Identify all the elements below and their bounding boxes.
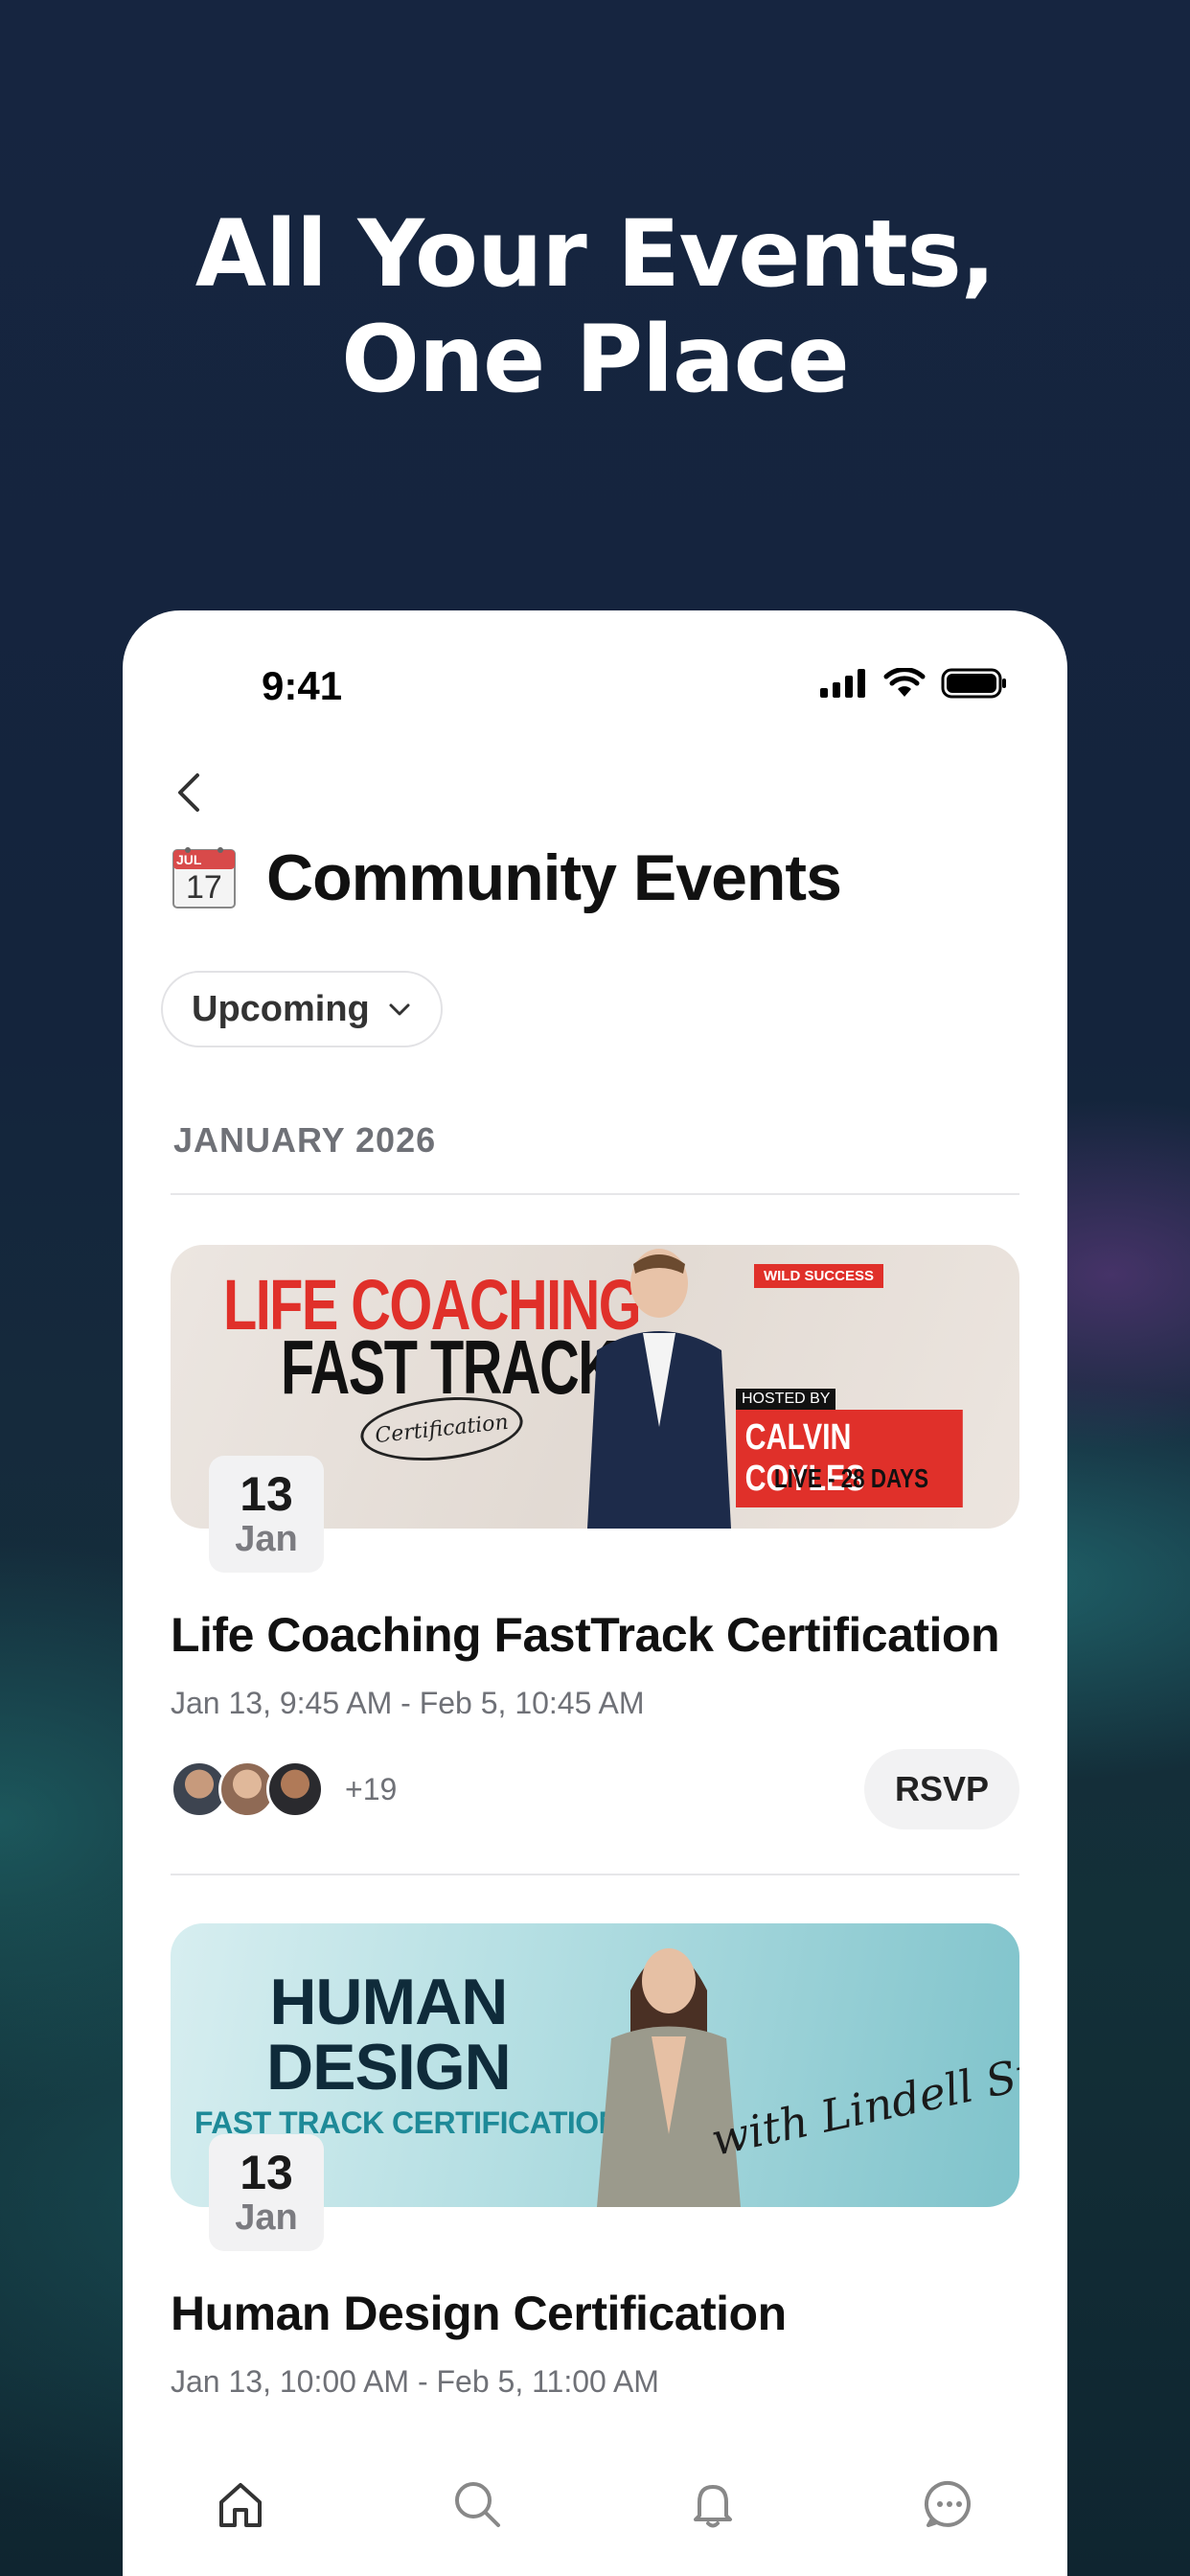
calendar-icon-day: 17 (186, 869, 222, 906)
banner-line-2: DESIGN (266, 2031, 512, 2104)
filter-label: Upcoming (192, 988, 370, 1029)
search-icon (454, 2482, 500, 2527)
date-month: Jan (235, 1519, 298, 1559)
month-section-label: JANUARY 2026 (173, 1120, 437, 1160)
host-photo (597, 1948, 741, 2207)
phone-screen: 9:41 JUL 17 Community Events Upcoming JA… (123, 610, 1067, 2576)
status-time: 9:41 (262, 663, 343, 708)
back-button[interactable] (161, 764, 218, 821)
battery-icon (941, 668, 1006, 699)
date-month: Jan (235, 2197, 298, 2238)
calendar-icon: JUL 17 (171, 844, 238, 911)
attendee-count: +19 (345, 1771, 398, 1806)
home-icon (219, 2483, 263, 2527)
banner-line-1: HUMAN (269, 1966, 508, 2038)
headline-line-1: All Your Events, (195, 200, 995, 308)
date-day: 13 (240, 1467, 293, 1521)
date-badge: 13 Jan (209, 2134, 324, 2251)
banner-duration: LIVE - 28 DAYS (774, 1463, 929, 1493)
bell-icon (694, 2485, 733, 2528)
event-time: Jan 13, 9:45 AM - Feb 5, 10:45 AM (171, 1686, 645, 1720)
status-bar: 9:41 (123, 610, 1067, 725)
headline: All Your Events, One Place (0, 201, 1190, 412)
banner-hosted-by: HOSTED BY (736, 1389, 836, 1410)
wifi-icon (883, 668, 926, 697)
tab-home[interactable] (202, 2466, 279, 2542)
date-day: 13 (240, 2146, 293, 2199)
chat-icon (924, 2480, 971, 2527)
avatar (266, 1760, 324, 1818)
date-badge: 13 Jan (209, 1456, 324, 1573)
tab-bar (123, 2451, 1067, 2576)
calendar-icon-month: JUL (176, 852, 202, 867)
event-title[interactable]: Human Design Certification (171, 2286, 787, 2341)
attendee-avatars[interactable]: +19 (171, 1760, 397, 1818)
headline-line-2: One Place (341, 306, 850, 413)
signal-icon (820, 669, 865, 698)
tab-messages[interactable] (911, 2466, 988, 2542)
chevron-left-icon (178, 773, 199, 812)
divider (171, 1874, 1019, 1875)
filter-dropdown[interactable]: Upcoming (161, 971, 443, 1047)
page-header: JUL 17 Community Events (171, 840, 842, 915)
event-title[interactable]: Life Coaching FastTrack Certification (171, 1607, 1000, 1663)
page-title: Community Events (266, 841, 842, 914)
tab-search[interactable] (439, 2466, 515, 2542)
tab-notifications[interactable] (675, 2466, 751, 2542)
rsvp-button[interactable]: RSVP (864, 1749, 1019, 1829)
banner-tag: WILD SUCCESS (753, 1264, 883, 1288)
chevron-down-icon (389, 1003, 410, 1016)
divider (171, 1193, 1019, 1195)
status-icons (820, 668, 1008, 699)
event-time: Jan 13, 10:00 AM - Feb 5, 11:00 AM (171, 2364, 659, 2399)
host-photo (587, 1249, 731, 1529)
banner-title: HUMAN DESIGN (266, 1966, 512, 2104)
